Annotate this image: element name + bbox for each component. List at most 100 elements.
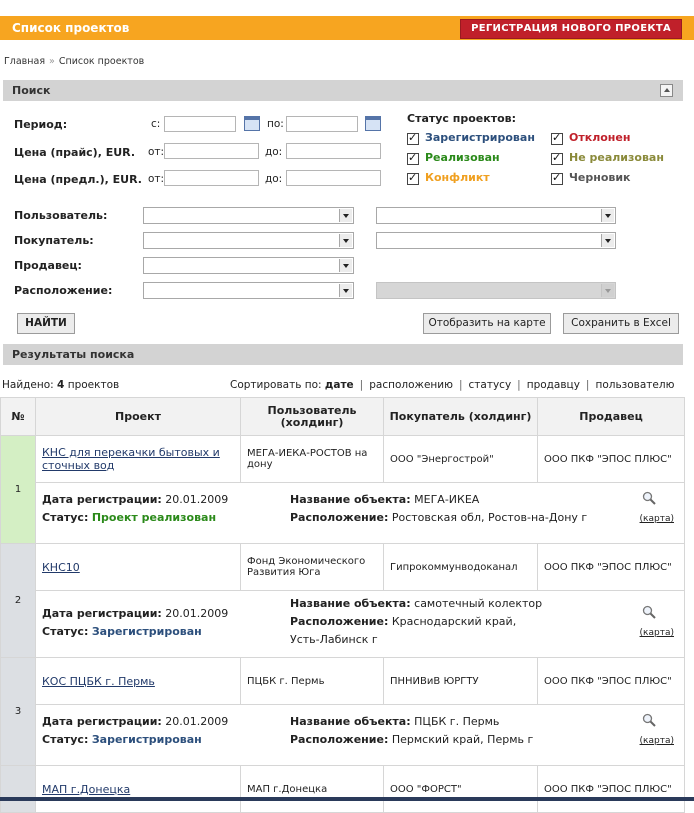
col-header-buyer[interactable]: Покупатель (холдинг) bbox=[383, 397, 538, 436]
seller-label: Продавец: bbox=[14, 259, 82, 272]
table-row-details: Дата регистрации: 20.01.2009 Статус: Зар… bbox=[1, 590, 685, 658]
reg-date: Дата регистрации: 20.01.2009 bbox=[42, 493, 229, 506]
sort-by-date[interactable]: дате bbox=[325, 379, 354, 391]
status-rejected-label: Отклонен bbox=[569, 131, 631, 144]
status: Статус: Зарегистрирован bbox=[42, 733, 202, 746]
price-offer-from-input[interactable] bbox=[164, 170, 259, 186]
magnifier-icon[interactable] bbox=[642, 713, 656, 727]
project-link[interactable]: КНС для перекачки бытовых и сточных вод bbox=[42, 446, 220, 472]
status-checkbox-conflict[interactable] bbox=[407, 171, 419, 185]
price-list-from-input[interactable] bbox=[164, 143, 259, 159]
location-region-select[interactable] bbox=[143, 282, 354, 299]
found-number: 4 bbox=[57, 379, 65, 391]
buyer-holding-select[interactable] bbox=[376, 232, 616, 249]
price-offer-label: Цена (предл.), EUR. bbox=[14, 173, 142, 186]
found-prefix: Найдено: bbox=[2, 379, 54, 391]
results-section-header: Результаты поиска bbox=[3, 344, 683, 365]
table-row: 3 КОС ПЦБК г. Пермь ПЦБК г. Пермь ПННИВи… bbox=[0, 657, 685, 766]
status-title: Статус проектов: bbox=[407, 112, 517, 125]
found-count: Найдено: 4 проектов bbox=[2, 379, 119, 391]
price-list-label: Цена (прайс), EUR. bbox=[14, 146, 136, 159]
period-to-input[interactable] bbox=[286, 116, 358, 132]
period-label: Период: bbox=[14, 118, 68, 131]
buyer-select[interactable] bbox=[143, 232, 354, 249]
show-on-map-button[interactable]: Отобразить на карте bbox=[423, 313, 551, 334]
bottom-border bbox=[0, 797, 694, 801]
calendar-icon[interactable] bbox=[365, 116, 381, 131]
map-link[interactable]: (карта) bbox=[640, 628, 674, 638]
table-row-details: Дата регистрации: 20.01.2009 Статус: Про… bbox=[1, 482, 685, 544]
chevron-down-icon bbox=[339, 209, 352, 222]
collapse-icon[interactable] bbox=[660, 84, 673, 97]
status-not-realized-label: Не реализован bbox=[569, 151, 664, 164]
user-cell: Фонд Экономического Развития Юга bbox=[240, 543, 384, 591]
map-link[interactable]: (карта) bbox=[640, 514, 674, 524]
status-checkbox-rejected[interactable] bbox=[551, 131, 563, 145]
details-cell: Дата регистрации: 20.01.2009 Статус: Зар… bbox=[35, 704, 685, 766]
status-checkbox-not-realized[interactable] bbox=[551, 151, 563, 165]
found-suffix: проектов bbox=[67, 379, 120, 391]
table-header-row: № Проект Пользователь (холдинг) Покупате… bbox=[0, 397, 685, 436]
object-name: Название объекта: ПЦБК г. Пермь bbox=[290, 715, 500, 728]
price-list-from-label: от: bbox=[148, 146, 165, 158]
results-title: Результаты поиска bbox=[12, 348, 135, 361]
location-city-select bbox=[376, 282, 616, 299]
magnifier-icon[interactable] bbox=[642, 491, 656, 505]
price-offer-to-label: до: bbox=[265, 173, 283, 185]
seller-select[interactable] bbox=[143, 257, 354, 274]
sort-by-location[interactable]: расположению bbox=[369, 379, 453, 391]
project-link[interactable]: КОС ПЦБК г. Пермь bbox=[42, 675, 155, 688]
status-checkbox-registered[interactable] bbox=[407, 131, 419, 145]
price-list-to-input[interactable] bbox=[286, 143, 381, 159]
user-select[interactable] bbox=[143, 207, 354, 224]
location: Расположение: Ростовская обл, Ростов-на-… bbox=[290, 511, 588, 524]
price-offer-to-input[interactable] bbox=[286, 170, 381, 186]
user-holding-select[interactable] bbox=[376, 207, 616, 224]
search-section-header: Поиск bbox=[3, 80, 683, 101]
user-cell: ПЦБК г. Пермь bbox=[240, 657, 384, 705]
save-excel-button[interactable]: Сохранить в Excel bbox=[563, 313, 679, 334]
project-cell: КОС ПЦБК г. Пермь bbox=[35, 657, 241, 705]
period-from-input[interactable] bbox=[164, 116, 236, 132]
project-cell: КНС для перекачки бытовых и сточных вод bbox=[35, 435, 241, 483]
chevron-down-icon bbox=[601, 284, 614, 297]
status: Статус: Зарегистрирован bbox=[42, 625, 202, 638]
status-registered-label: Зарегистрирован bbox=[425, 131, 535, 144]
magnifier-icon[interactable] bbox=[642, 605, 656, 619]
table-row-details: Дата регистрации: 20.01.2009 Статус: Зар… bbox=[1, 704, 685, 766]
table-row: 2 КНС10 Фонд Экономического Развития Юга… bbox=[0, 543, 685, 658]
project-link[interactable]: КНС10 bbox=[42, 561, 80, 574]
col-header-user[interactable]: Пользователь (холдинг) bbox=[240, 397, 384, 436]
status-checkbox-realized[interactable] bbox=[407, 151, 419, 165]
col-header-project[interactable]: Проект bbox=[35, 397, 241, 436]
seller-cell: ООО ПКФ "ЭПОС ПЛЮС" bbox=[537, 435, 685, 483]
buyer-cell: Гипрокоммунводоканал bbox=[383, 543, 538, 591]
seller-cell: ООО ПКФ "ЭПОС ПЛЮС" bbox=[537, 543, 685, 591]
reg-date: Дата регистрации: 20.01.2009 bbox=[42, 715, 229, 728]
calendar-icon[interactable] bbox=[244, 116, 260, 131]
object-name: Название объекта: МЕГА-ИКЕА bbox=[290, 493, 480, 506]
location-line2: Усть-Лабинск г bbox=[290, 633, 378, 646]
sort-by-status[interactable]: статусу bbox=[469, 379, 512, 391]
results-table: № Проект Пользователь (холдинг) Покупате… bbox=[0, 397, 685, 813]
project-cell: МАП г.Донецка bbox=[35, 765, 241, 813]
row-number bbox=[0, 765, 36, 813]
chevron-down-icon bbox=[601, 234, 614, 247]
sort-by-user[interactable]: пользователю bbox=[595, 379, 674, 391]
page-header: Список проектов РЕГИСТРАЦИЯ НОВОГО ПРОЕК… bbox=[0, 16, 694, 40]
breadcrumb: Главная » Список проектов bbox=[4, 56, 144, 67]
sort-by-seller[interactable]: продавцу bbox=[527, 379, 580, 391]
table-row: 1 КНС для перекачки бытовых и сточных во… bbox=[0, 435, 685, 544]
breadcrumb-current: Список проектов bbox=[58, 56, 145, 67]
project-link[interactable]: МАП г.Донецка bbox=[42, 783, 130, 796]
col-header-num: № bbox=[0, 397, 36, 436]
map-link[interactable]: (карта) bbox=[640, 736, 674, 746]
breadcrumb-home[interactable]: Главная bbox=[4, 56, 45, 67]
row-number: 3 bbox=[0, 657, 36, 766]
status: Статус: Проект реализован bbox=[42, 511, 217, 524]
find-button[interactable]: НАЙТИ bbox=[17, 313, 75, 334]
register-project-button[interactable]: РЕГИСТРАЦИЯ НОВОГО ПРОЕКТА bbox=[460, 19, 682, 39]
buyer-cell: ООО "ФОРСТ" bbox=[383, 765, 538, 813]
col-header-seller[interactable]: Продавец bbox=[537, 397, 685, 436]
status-checkbox-draft[interactable] bbox=[551, 171, 563, 185]
